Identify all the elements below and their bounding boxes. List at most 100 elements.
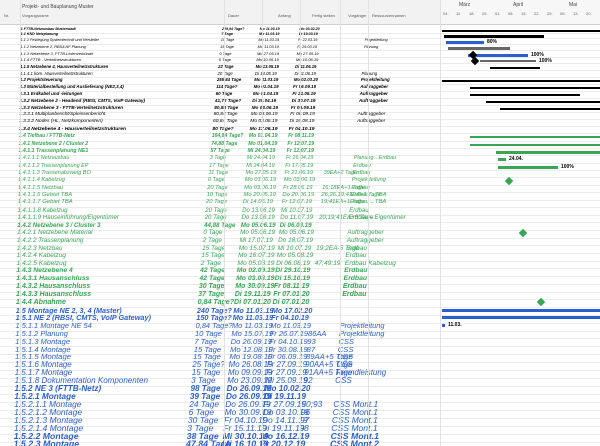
task-name[interactable]: 1.4.2.1 Netzebene Material xyxy=(17,230,92,237)
task-start[interactable]: Mo 17.06.19 xyxy=(250,127,278,132)
task-resource[interactable]: Auftraggeber xyxy=(357,119,385,125)
task-duration[interactable]: 17 Tage xyxy=(209,163,229,169)
task-resource[interactable]: Erdbau xyxy=(345,253,366,260)
column-header-nr[interactable]: Nr. xyxy=(4,13,9,18)
task-duration[interactable]: 164,84 Tage? xyxy=(212,134,244,139)
task-resource[interactable]: Planung xyxy=(362,71,378,76)
gantt-bar[interactable] xyxy=(498,165,558,169)
task-end[interactable]: Di 19.03.19 xyxy=(299,33,318,37)
task-start[interactable]: Mi 24.04.19 xyxy=(247,155,275,161)
task-start[interactable]: Mo 20.05.19 xyxy=(244,192,276,199)
task-name[interactable]: 1.4.1.1 Trassenplanung NE1 xyxy=(18,148,88,154)
gantt-bar[interactable] xyxy=(442,80,600,83)
task-start[interactable]: Mo 27.05.19 xyxy=(246,170,277,177)
task-end[interactable]: Di 16.08.19 xyxy=(290,119,315,125)
task-start[interactable]: Mo 11.03.19 xyxy=(258,45,279,49)
task-end[interactable]: Fr 28.06.19 xyxy=(283,185,312,192)
task-start[interactable]: Mo 15.07.19 xyxy=(239,245,275,252)
gantt-bar[interactable] xyxy=(442,30,600,32)
task-resource[interactable]: Auftraggeber xyxy=(347,230,383,237)
task-name[interactable]: 1.1.2 Netzebene 2, RBS/LNF Planung xyxy=(20,45,85,49)
task-duration[interactable]: 42 Tage xyxy=(200,275,225,283)
task-name[interactable]: 1.4.1.1.6 Gebiet TBA xyxy=(18,192,72,199)
task-start[interactable]: Di 30.04.19 xyxy=(252,98,276,104)
task-duration[interactable]: 15 Tage xyxy=(202,245,225,252)
column-header-resources[interactable]: Ressourcennamen xyxy=(372,13,406,18)
task-resource[interactable]: Erdbau xyxy=(344,275,368,283)
gantt-bar[interactable] xyxy=(442,324,445,328)
task-duration[interactable]: 44,88 Tage xyxy=(204,222,235,229)
task-start[interactable]: Mi 17.07.19 xyxy=(239,237,272,244)
task-resource[interactable]: Planung xyxy=(364,45,378,49)
task-duration[interactable]: 30 Tage xyxy=(199,283,225,291)
column-header-name[interactable]: Vorgangsname xyxy=(22,13,49,18)
gantt-bar[interactable] xyxy=(470,136,600,139)
task-end[interactable]: Do 20.06.19 xyxy=(282,192,314,199)
task-name[interactable]: 1.3.1 Erdkabel und -leitungen xyxy=(20,92,83,97)
task-name[interactable]: 1.1.3 Netzebene 3, FTTB-Linienverbünde xyxy=(20,51,93,56)
task-name[interactable]: 1.1.1 Festlegung Systemtechnik und Herst… xyxy=(21,38,99,43)
task-name[interactable]: 1.1.4.1 kom. Hausverteilnetzstrukturen xyxy=(20,71,93,76)
task-end[interactable]: Di 06.08.19 xyxy=(280,222,312,229)
task-start[interactable]: Mo 16.07.19 xyxy=(238,253,275,260)
task-name[interactable]: 1.4.3.1 Hausanschluss xyxy=(16,275,89,283)
task-start[interactable]: Mo 10.06.19 xyxy=(256,58,279,62)
task-resource[interactable]: Auftraggeber xyxy=(360,84,388,89)
task-duration[interactable]: 0 Tage xyxy=(203,230,222,237)
task-start[interactable]: Do 13.06.19 xyxy=(242,208,275,214)
task-end[interactable]: Fr 20.12.19 xyxy=(260,440,305,446)
task-end[interactable]: Fr 08.11.19 xyxy=(288,134,314,139)
task-duration[interactable]: 80,84 Tage xyxy=(214,112,238,118)
task-end[interactable]: Di 11.06.19 xyxy=(294,71,315,76)
task-end[interactable]: Fr 06.09.19 xyxy=(293,84,316,89)
task-resource[interactable]: Erdbau xyxy=(343,283,367,291)
gantt-bar[interactable] xyxy=(500,108,600,111)
column-header-duration[interactable]: Dauer xyxy=(228,13,239,18)
task-duration[interactable]: 0 Tage xyxy=(208,178,225,184)
task-duration[interactable]: 0 Tage xyxy=(219,51,231,56)
task-resource[interactable]: Erdbau xyxy=(342,291,366,298)
gantt-bar[interactable] xyxy=(496,150,600,154)
task-start[interactable]: Mo 03.06.19 xyxy=(244,185,276,192)
task-duration[interactable]: 10 Tage xyxy=(221,38,235,43)
task-name[interactable]: 1.2 Projektsteuerung xyxy=(20,78,63,83)
gantt-bar[interactable] xyxy=(470,94,580,97)
task-resource[interactable]: Projektleitung xyxy=(361,78,390,83)
task-end[interactable]: Mo 05.08.19 xyxy=(277,253,314,260)
task-resource[interactable]: Erdbau xyxy=(349,208,368,214)
gantt-bar[interactable] xyxy=(490,66,540,69)
task-name[interactable]: 1.4.2 Netzebene 3 / Cluster 3 xyxy=(17,222,100,229)
task-end[interactable]: Di 15.10.19 xyxy=(275,275,310,283)
column-header-end[interactable]: Fertig stellen xyxy=(312,13,335,18)
task-start[interactable]: Mo 03.06.19 xyxy=(250,119,277,125)
task-start[interactable]: Mo 01.04.19 xyxy=(254,84,279,89)
task-duration[interactable]: 80,84 Tage xyxy=(214,105,238,111)
gantt-bar[interactable] xyxy=(442,308,600,312)
task-duration[interactable]: 20 Tage xyxy=(218,71,233,76)
task-end[interactable]: Mo 03.02.20 xyxy=(299,27,319,32)
gantt-bar[interactable] xyxy=(446,41,484,45)
gantt-bar[interactable] xyxy=(480,60,536,63)
task-name[interactable]: 1.1.4 FTTB - Verteilnetzstrukturen xyxy=(20,58,81,62)
task-name[interactable]: 1.5.2.3 Montage xyxy=(14,440,80,446)
task-end[interactable]: Fr 04.10.19 xyxy=(289,127,315,132)
task-resource[interactable]: CSS xyxy=(335,376,352,385)
task-name[interactable]: 1.4 Tiefbau / FTTB-Netz xyxy=(19,134,75,139)
gantt-bar[interactable] xyxy=(442,316,600,320)
task-start[interactable]: Do 13.06.19 xyxy=(241,215,274,221)
task-name[interactable]: 1.4.3.2 Hausanschluss xyxy=(16,283,90,291)
task-start[interactable]: Di 14.05.19 xyxy=(255,71,277,76)
task-resource[interactable]: Auftraggeber xyxy=(347,237,384,244)
task-name[interactable]: 1 FTTB-Netzausbau Musterstadt xyxy=(21,27,76,32)
task-name[interactable]: 1.4.2.3 Netzbau xyxy=(17,245,63,252)
task-start[interactable]: Mo 27.05.19 xyxy=(257,51,279,56)
task-name[interactable]: 1.4.1 Netzebene 2 / Cluster 2 xyxy=(19,141,89,147)
gantt-bar[interactable] xyxy=(470,87,600,90)
task-name[interactable]: 1.3 Materialbestellung und Auslieferung … xyxy=(20,84,124,89)
task-end[interactable]: Fr 06.09.19 xyxy=(291,105,315,111)
gantt-bar[interactable] xyxy=(486,101,600,104)
task-duration[interactable]: 57 Tage xyxy=(210,148,229,154)
task-end[interactable]: Fr 21.06.19 xyxy=(285,170,313,177)
task-end[interactable]: Di 30.07.19 xyxy=(292,98,316,104)
task-name[interactable]: 1.4.1.1.3 Trassenabzweig BO xyxy=(18,170,91,177)
